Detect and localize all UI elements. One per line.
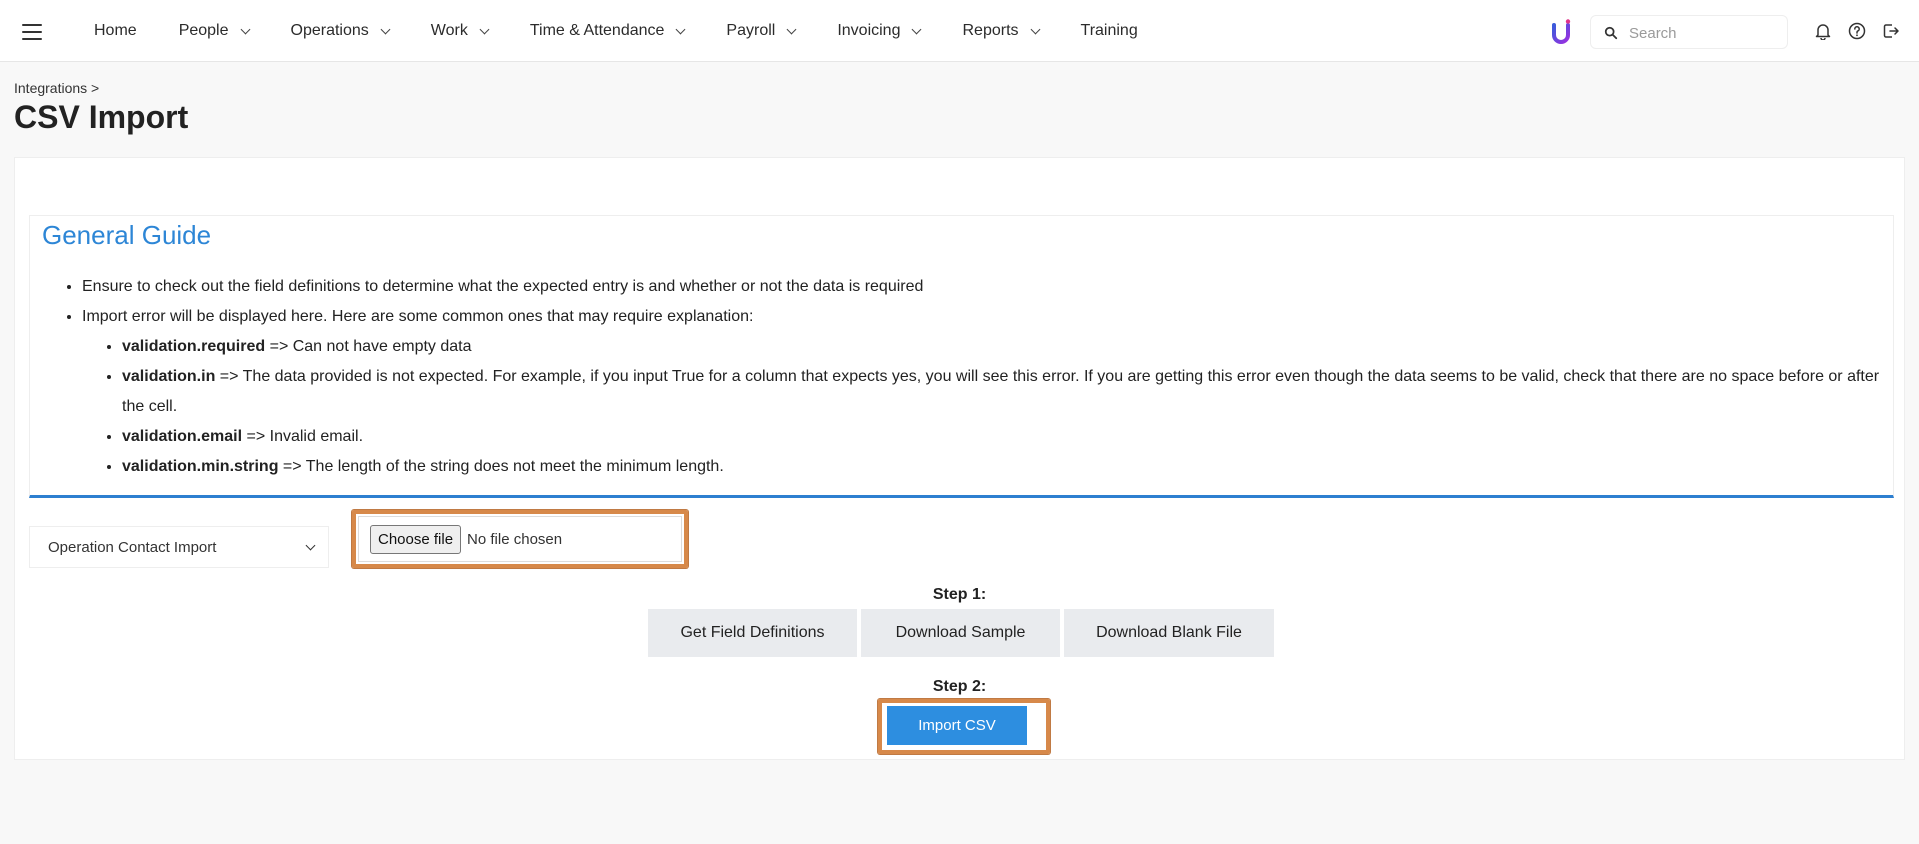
- error-desc: => Invalid email.: [246, 428, 364, 445]
- import-type-select[interactable]: Operation Contact Import: [29, 526, 329, 568]
- error-item: validation.in => The data provided is no…: [122, 362, 1882, 422]
- page-title: CSV Import: [14, 99, 189, 135]
- general-guide-panel: General Guide Ensure to check out the fi…: [29, 215, 1894, 498]
- search-icon: [1604, 26, 1618, 40]
- chevron-down-icon: [1030, 24, 1040, 34]
- error-list: validation.required => Can not have empt…: [122, 332, 1882, 482]
- download-blank-file-button[interactable]: Download Blank File: [1064, 609, 1274, 657]
- bell-icon[interactable]: [1814, 22, 1832, 40]
- step1-label: Step 1:: [932, 586, 987, 603]
- chevron-down-icon: [479, 24, 490, 34]
- search-box[interactable]: [1590, 15, 1788, 49]
- nav-work[interactable]: Work: [431, 22, 490, 40]
- download-sample-button[interactable]: Download Sample: [861, 609, 1060, 657]
- search-input[interactable]: [1629, 22, 1779, 44]
- error-desc: => Can not have empty data: [269, 338, 472, 355]
- guide-title: General Guide: [42, 220, 212, 250]
- nav-people[interactable]: People: [179, 22, 250, 40]
- chevron-down-icon: [786, 24, 797, 34]
- chevron-down-icon: [380, 24, 391, 34]
- error-desc: => The data provided is not expected. Fo…: [122, 368, 1880, 415]
- chevron-down-icon: [305, 540, 316, 551]
- error-item: validation.email => Invalid email.: [122, 422, 1882, 452]
- nav-operations[interactable]: Operations: [291, 22, 391, 40]
- chevron-down-icon: [912, 24, 922, 34]
- chevron-down-icon: [240, 24, 250, 34]
- main-nav: Home People Operations Work Time & Atten…: [94, 0, 1180, 62]
- logout-icon[interactable]: [1882, 22, 1900, 40]
- error-key: validation.email: [122, 428, 243, 445]
- import-csv-button[interactable]: Import CSV: [887, 706, 1027, 745]
- choose-file-button[interactable]: Choose file: [370, 524, 462, 554]
- brand-logo-icon[interactable]: [1551, 19, 1571, 45]
- error-key: validation.in: [122, 368, 216, 385]
- error-desc: => The length of the string does not mee…: [282, 458, 724, 475]
- top-navbar: Home People Operations Work Time & Atten…: [0, 0, 1919, 62]
- step2-label: Step 2:: [932, 678, 987, 695]
- guide-item: Import error will be displayed here. Her…: [82, 302, 1882, 482]
- menu-icon[interactable]: [22, 24, 42, 40]
- nav-training[interactable]: Training: [1081, 22, 1138, 40]
- error-item: validation.min.string => The length of t…: [122, 452, 1882, 482]
- nav-reports[interactable]: Reports: [962, 22, 1040, 40]
- nav-invoicing[interactable]: Invoicing: [837, 22, 922, 40]
- error-key: validation.required: [122, 338, 266, 355]
- guide-list: Ensure to check out the field definition…: [82, 272, 1882, 482]
- import-type-value: Operation Contact Import: [48, 538, 217, 556]
- breadcrumb[interactable]: Integrations >: [14, 80, 99, 96]
- guide-item-text: Import error will be displayed here. Her…: [82, 308, 754, 325]
- guide-item: Ensure to check out the field definition…: [82, 272, 1882, 302]
- import-button-highlight: Import CSV: [878, 699, 1050, 754]
- help-icon[interactable]: [1848, 22, 1866, 40]
- nav-time-attendance[interactable]: Time & Attendance: [530, 22, 686, 40]
- nav-home[interactable]: Home: [94, 22, 137, 40]
- csv-import-card: General Guide Ensure to check out the fi…: [14, 157, 1905, 760]
- nav-payroll[interactable]: Payroll: [726, 22, 797, 40]
- file-input-highlight: Choose file No file chosen: [352, 510, 688, 568]
- file-input[interactable]: Choose file No file chosen: [358, 516, 682, 562]
- file-status: No file chosen: [467, 530, 563, 548]
- chevron-down-icon: [675, 24, 686, 34]
- get-field-definitions-button[interactable]: Get Field Definitions: [648, 609, 857, 657]
- error-item: validation.required => Can not have empt…: [122, 332, 1882, 362]
- error-key: validation.min.string: [122, 458, 279, 475]
